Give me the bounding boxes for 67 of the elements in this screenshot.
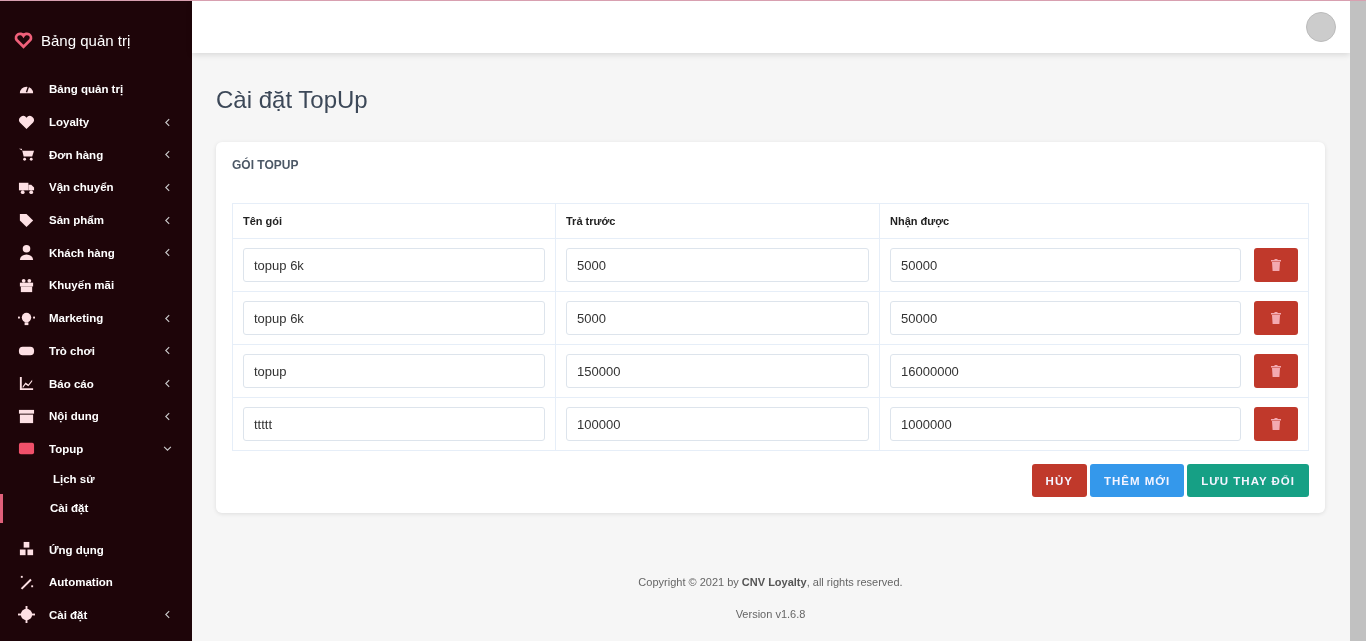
nav-item[interactable]: Nội dung <box>0 399 192 433</box>
action-button[interactable]: HỦY <box>1031 464 1087 497</box>
chevron-icon <box>163 379 172 389</box>
input-field[interactable]: topup 6k <box>243 248 545 282</box>
nav-item[interactable]: Loyalty <box>0 105 192 139</box>
delete-button[interactable] <box>1254 407 1298 441</box>
scrollbar[interactable] <box>1350 1 1366 641</box>
nav-item[interactable]: Khách hàng <box>0 236 192 270</box>
nav-item[interactable]: Đơn hàng <box>0 138 192 172</box>
input-field[interactable]: 5000 <box>566 248 869 282</box>
chevron-icon <box>163 313 172 323</box>
chevron-icon <box>163 117 172 127</box>
user-icon <box>18 244 35 262</box>
nav-item[interactable]: Sản phẩm <box>0 203 192 237</box>
trash-icon <box>1271 418 1281 430</box>
card-title: GÓI TOPUP <box>232 158 300 172</box>
column-header: Trả trước <box>556 204 880 239</box>
version-text: Version v1.6.8 <box>734 608 807 620</box>
magic-wand-icon <box>18 573 35 591</box>
input-field[interactable]: 50000 <box>890 248 1241 282</box>
heart-icon <box>18 113 35 131</box>
archive-icon <box>18 407 35 425</box>
chevron-icon <box>163 182 172 192</box>
page-title: Cài đặt TopUp <box>216 86 369 114</box>
brand-title[interactable]: Bảng quản trị <box>41 31 131 49</box>
chevron-icon <box>163 150 172 160</box>
input-field[interactable]: topup 6k <box>243 301 545 335</box>
copyright-text: Copyright © 2021 by CNV Loyalty, all rights reserved. <box>637 576 904 588</box>
nav-item[interactable]: Trò chơi <box>0 334 192 368</box>
nav-item[interactable]: Bảng quản trị <box>0 73 192 106</box>
chevron-icon <box>163 248 172 258</box>
nav-item[interactable]: Ứng dụng <box>0 533 192 566</box>
nav-item[interactable]: Vận chuyển <box>0 171 192 204</box>
trash-icon <box>1271 365 1281 377</box>
input-field[interactable]: 50000 <box>890 301 1241 335</box>
chevron-icon <box>163 610 172 620</box>
chevron-icon <box>163 346 172 356</box>
input-field[interactable]: 16000000 <box>890 354 1241 388</box>
nav-item[interactable]: Báo cáo <box>0 367 192 400</box>
input-field[interactable]: 1000000 <box>890 407 1241 441</box>
avatar[interactable] <box>1306 12 1336 42</box>
chevron-icon <box>163 215 172 225</box>
nav-item[interactable]: Cài đặt <box>0 598 192 632</box>
input-field[interactable]: 150000 <box>566 354 869 388</box>
column-header: Nhận được <box>880 204 1308 239</box>
chevron-icon <box>163 444 172 454</box>
delete-button[interactable] <box>1254 301 1298 335</box>
column-header: Tên gói <box>233 204 556 239</box>
nav-item[interactable]: Topup <box>0 432 192 466</box>
heart-icon <box>14 30 33 50</box>
chart-icon <box>18 375 35 393</box>
tag-icon <box>18 211 35 229</box>
input-field[interactable]: 100000 <box>566 407 869 441</box>
nav-item[interactable]: Automation <box>0 565 192 599</box>
input-field[interactable]: 5000 <box>566 301 869 335</box>
nav-item[interactable]: Khuyến mãi <box>0 269 192 302</box>
chevron-icon <box>163 411 172 421</box>
gift-icon <box>18 276 35 294</box>
submenu-item[interactable]: Lịch sử <box>0 465 192 495</box>
trash-icon <box>1271 312 1281 324</box>
input-field[interactable]: ttttt <box>243 407 545 441</box>
input-field[interactable]: topup <box>243 354 545 388</box>
delete-button[interactable] <box>1254 354 1298 388</box>
trash-icon <box>1271 259 1281 271</box>
nav-item[interactable]: Marketing <box>0 301 192 335</box>
cart-icon <box>18 146 35 164</box>
delete-button[interactable] <box>1254 248 1298 282</box>
